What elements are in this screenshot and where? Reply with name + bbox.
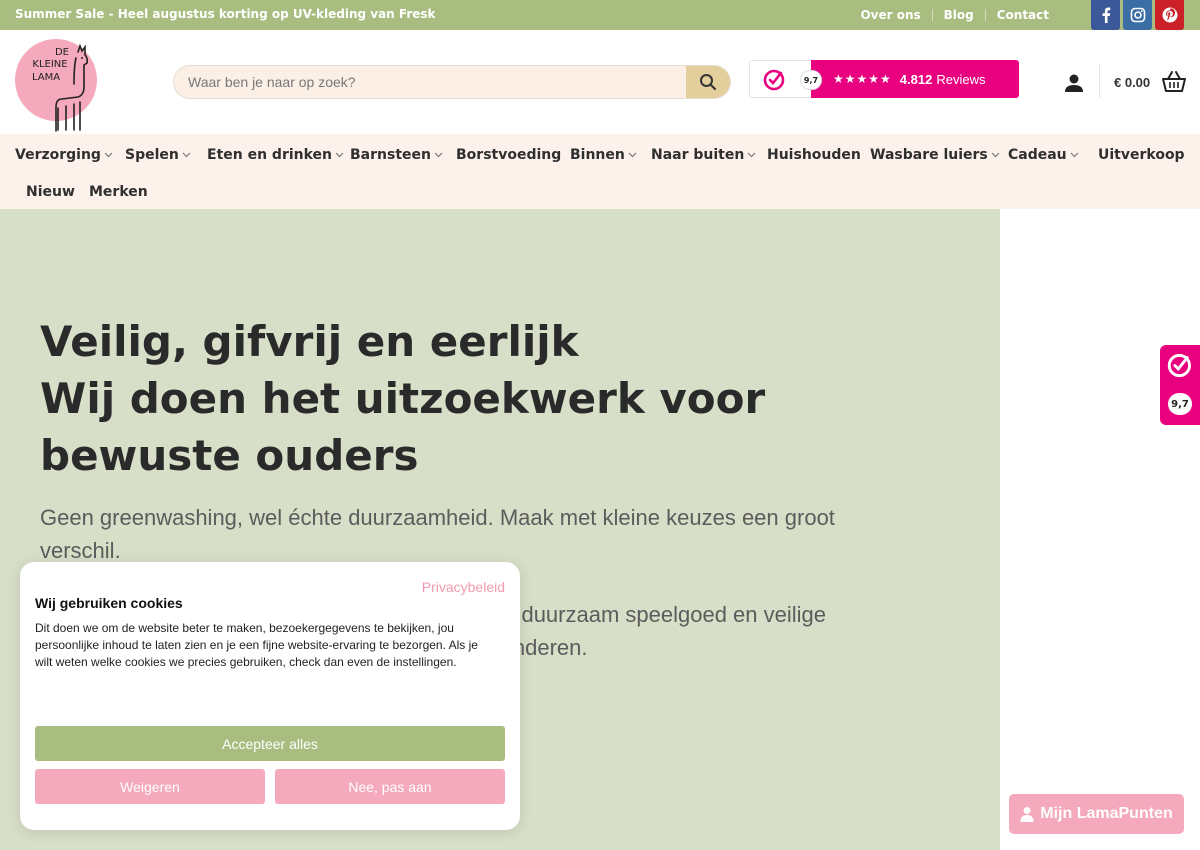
review-widget[interactable]: 9,7 ★★★★★ 4.812 Reviews	[749, 60, 1019, 98]
chevron-down-icon	[182, 152, 191, 158]
hero-title: Veilig, gifvrij en eerlijk Wij doen het …	[40, 313, 960, 484]
nav-item-nieuw[interactable]: Nieuw	[26, 184, 75, 200]
nav-item-naar-buiten[interactable]: Naar buiten	[651, 147, 756, 163]
chevron-down-icon	[104, 152, 113, 158]
promo-text[interactable]: Summer Sale - Heel augustus korting op U…	[15, 7, 436, 21]
basket-icon[interactable]	[1161, 70, 1187, 94]
account-icon[interactable]	[1063, 72, 1085, 94]
nav-item-binnen[interactable]: Binnen	[570, 147, 637, 163]
cookie-title: Wij gebruiken cookies	[35, 595, 183, 611]
right-panel	[1000, 209, 1200, 850]
site-logo[interactable]: DE KLEINE LAMA	[14, 30, 100, 134]
nav-item-uitverkoop[interactable]: Uitverkoop	[1098, 147, 1185, 163]
instagram-icon[interactable]	[1123, 0, 1152, 30]
divider	[1099, 64, 1100, 98]
review-summary: ★★★★★ 4.812 Reviews	[811, 60, 1019, 98]
hero-title-line1: Veilig, gifvrij en eerlijk	[40, 317, 579, 366]
search-icon	[700, 74, 716, 90]
privacy-link[interactable]: Privacybeleid	[422, 579, 505, 595]
top-links: Over ons Blog Contact	[849, 8, 1060, 22]
cookie-banner: Privacybeleid Wij gebruiken cookies Dit …	[20, 562, 520, 830]
search-bar	[173, 65, 731, 99]
logo-text-kleine: KLEINE	[32, 59, 67, 70]
logo-text-de: DE	[55, 47, 69, 58]
nav-item-wasbare-luiers[interactable]: Wasbare luiers	[870, 147, 1000, 163]
nav-item-borstvoeding[interactable]: Borstvoeding	[456, 147, 561, 163]
nav-item-barnsteen[interactable]: Barnsteen	[350, 147, 443, 163]
top-bar: Summer Sale - Heel augustus korting op U…	[0, 0, 1200, 30]
nav-item-eten-en-drinken[interactable]: Eten en drinken	[207, 147, 344, 163]
hero-title-line2: Wij doen het uitzoekwerk voor bewuste ou…	[40, 374, 766, 480]
search-input[interactable]	[174, 66, 686, 98]
side-review-score: 9,7	[1168, 393, 1192, 415]
chevron-down-icon	[434, 152, 443, 158]
user-icon	[1020, 807, 1034, 822]
stars-icon: ★★★★★	[833, 72, 892, 86]
main-nav: Verzorging Spelen Eten en drinken Barnst…	[0, 134, 1200, 209]
customize-button[interactable]: Nee, pas aan	[275, 769, 505, 804]
nav-item-cadeau[interactable]: Cadeau	[1008, 147, 1079, 163]
nav-item-verzorging[interactable]: Verzorging	[15, 147, 113, 163]
refuse-button[interactable]: Weigeren	[35, 769, 265, 804]
link-over-ons[interactable]: Over ons	[849, 8, 931, 22]
nav-item-merken[interactable]: Merken	[89, 184, 148, 200]
logo-text-lama: LAMA	[32, 72, 60, 83]
chevron-down-icon	[628, 152, 637, 158]
chevron-down-icon	[991, 152, 1000, 158]
review-score: 9,7	[800, 70, 822, 90]
nav-item-spelen[interactable]: Spelen	[125, 147, 191, 163]
facebook-icon[interactable]	[1091, 0, 1120, 30]
cart-total[interactable]: € 0.00	[1114, 75, 1150, 90]
review-label: Reviews	[936, 71, 986, 87]
link-blog[interactable]: Blog	[933, 8, 985, 22]
side-review-tab[interactable]: 9,7	[1160, 345, 1200, 425]
kiyoh-icon	[1167, 353, 1191, 378]
chevron-down-icon	[335, 152, 344, 158]
review-count: 4.812	[899, 71, 933, 87]
kiyoh-icon	[763, 69, 785, 91]
search-button[interactable]	[686, 66, 730, 98]
chevron-down-icon	[1070, 152, 1079, 158]
cookie-text: Dit doen we om de website beter te maken…	[35, 621, 478, 669]
link-contact[interactable]: Contact	[986, 8, 1060, 22]
accept-all-button[interactable]: Accepteer alles	[35, 726, 505, 761]
pinterest-icon[interactable]	[1155, 0, 1184, 30]
chevron-down-icon	[747, 152, 756, 158]
site-header: DE KLEINE LAMA 9,7 ★★★★★ 4.812 Reviews	[0, 30, 1200, 134]
lamapunten-button[interactable]: Mijn LamaPunten	[1009, 794, 1184, 834]
hero-subtitle: Geen greenwashing, wel échte duurzaamhei…	[40, 505, 835, 563]
nav-item-huishouden[interactable]: Huishouden	[767, 147, 861, 163]
